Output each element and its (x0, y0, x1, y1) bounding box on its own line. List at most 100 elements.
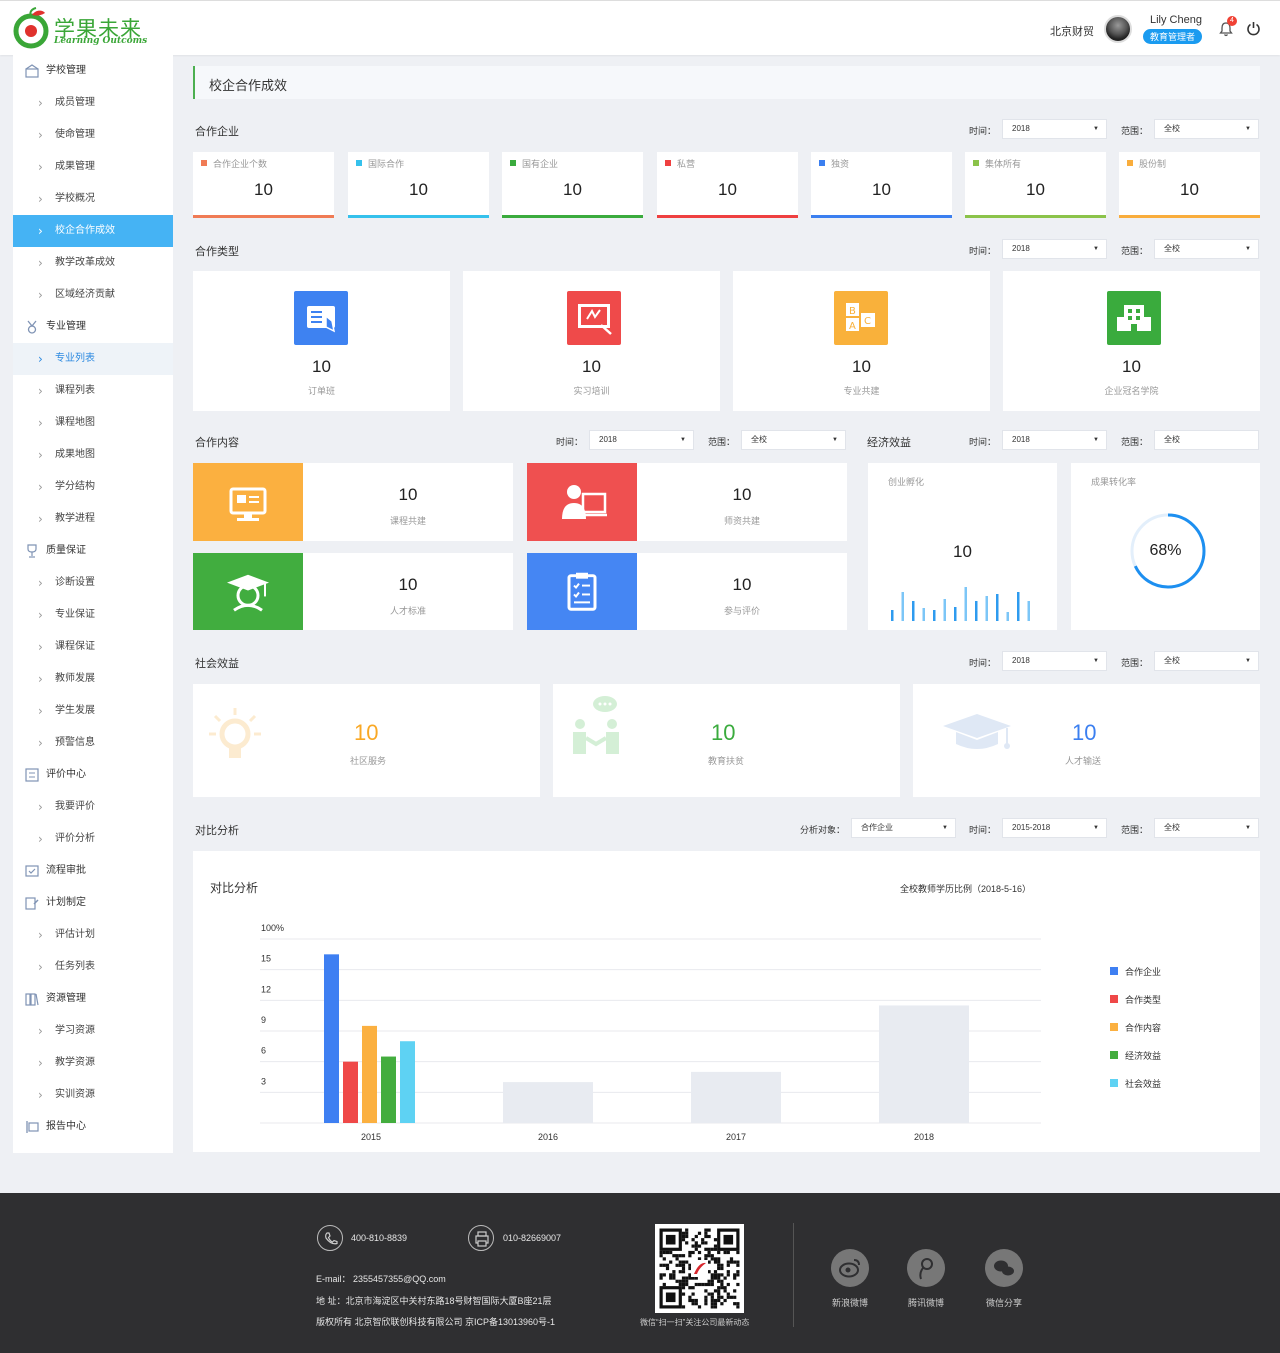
bar-合作内容[interactable] (362, 1025, 377, 1123)
social-card[interactable]: 10 社区服务 (193, 684, 540, 797)
sidebar-item[interactable]: › 教学进程 (13, 503, 173, 535)
qr-module (697, 1282, 702, 1287)
bar-total[interactable] (691, 1071, 781, 1123)
sparkline-bar (1017, 592, 1020, 621)
sidebar-item[interactable]: › 学习资源 (13, 1015, 173, 1047)
share-wechat-label[interactable]: 微信分享 (974, 1296, 1034, 1309)
sidebar-item[interactable]: › 课程保证 (13, 631, 173, 663)
share-tencent-label[interactable]: 腾讯微博 (896, 1296, 956, 1309)
content-card[interactable]: 10 参与评价 (527, 553, 847, 630)
sidebar-group-5[interactable]: 计划制定 (13, 887, 173, 919)
sidebar-item[interactable]: › 专业列表 (13, 343, 173, 375)
content-card[interactable]: 10 人才标准 (193, 553, 513, 630)
user-name[interactable]: Lily Cheng (1150, 14, 1202, 26)
conversion-card[interactable]: 成果转化率 68% (1071, 463, 1260, 630)
scope-select[interactable]: 全校 ▼ (1154, 818, 1259, 838)
sidebar-item[interactable]: › 成果地图 (13, 439, 173, 471)
sidebar-item[interactable]: › 成员管理 (13, 87, 173, 119)
time-select[interactable]: 2018 ▼ (589, 430, 694, 450)
sidebar-item[interactable]: › 任务列表 (13, 951, 173, 983)
sidebar-item[interactable]: › 教师发展 (13, 663, 173, 695)
org-name[interactable]: 北京财贸 (1050, 23, 1094, 39)
type-card[interactable]: B A C 10 专业共建 (733, 271, 990, 411)
content-card[interactable]: 10 师资共建 (527, 463, 847, 541)
legend-swatch (1110, 967, 1118, 975)
weibo-icon[interactable] (831, 1249, 869, 1287)
apple-logo-icon[interactable] (12, 7, 50, 49)
type-card[interactable]: 10 实习培训 (463, 271, 720, 411)
social-card[interactable]: 10 教育扶贫 (553, 684, 900, 797)
bar-合作类型[interactable] (343, 1061, 358, 1123)
scope-select[interactable]: 全校 ▼ (1154, 119, 1259, 139)
partner-stat-card[interactable]: 合作企业个数 10 (193, 152, 334, 218)
sidebar-item[interactable]: › 使命管理 (13, 119, 173, 151)
email-value[interactable]: 2355457355@QQ.com (353, 1274, 446, 1284)
sidebar: 学校管理 › 成员管理 › 使命管理 › 成果管理 › 学校概况 › 校企合作成效 › 教学改革成效 › 区… (13, 55, 173, 1153)
sidebar-group-0[interactable]: 学校管理 (13, 55, 173, 87)
qr-module (707, 1254, 711, 1258)
sidebar-group-7[interactable]: 报告中心 (13, 1111, 173, 1143)
phone-icon (317, 1225, 343, 1251)
sidebar-group-6[interactable]: 资源管理 (13, 983, 173, 1015)
type-card[interactable]: 10 企业冠名学院 (1003, 271, 1260, 411)
bar-经济效益[interactable] (381, 1056, 396, 1123)
sidebar-group-1[interactable]: 专业管理 (13, 311, 173, 343)
sidebar-item[interactable]: › 预警信息 (13, 727, 173, 759)
stat-color-dot (973, 160, 979, 166)
sidebar-item[interactable]: › 学生发展 (13, 695, 173, 727)
sidebar-item[interactable]: › 我要评价 (13, 791, 173, 823)
sidebar-item[interactable]: › 课程地图 (13, 407, 173, 439)
partner-stat-card[interactable]: 集体所有 10 (965, 152, 1106, 218)
time-select[interactable]: 2018 ▼ (1002, 651, 1107, 671)
share-weibo-label[interactable]: 新浪微博 (820, 1296, 880, 1309)
wechat-icon[interactable] (985, 1249, 1023, 1287)
bar-社会效益[interactable] (400, 1041, 415, 1123)
time-select[interactable]: 2018 ▼ (1002, 239, 1107, 259)
sidebar-item[interactable]: › 专业保证 (13, 599, 173, 631)
time-label: 时间： (969, 825, 997, 835)
qr-module (681, 1282, 686, 1287)
content-card[interactable]: 10 课程共建 (193, 463, 513, 541)
scope-select[interactable]: 全校 ▼ (1154, 651, 1259, 671)
sidebar-item[interactable]: › 成果管理 (13, 151, 173, 183)
sidebar-item[interactable]: › 评价分析 (13, 823, 173, 855)
sidebar-item[interactable]: › 评估计划 (13, 919, 173, 951)
sidebar-item[interactable]: › 学校概况 (13, 183, 173, 215)
bar-total[interactable] (503, 1082, 593, 1123)
scope-select[interactable]: 全校 ▼ (1154, 239, 1259, 259)
sidebar-item[interactable]: › 教学资源 (13, 1047, 173, 1079)
sidebar-group-3[interactable]: 评价中心 (13, 759, 173, 791)
scope-select[interactable]: 全校 ▼ (741, 430, 846, 450)
sidebar-item[interactable]: › 校企合作成效 (13, 215, 173, 247)
qr-module (717, 1289, 721, 1293)
avatar[interactable] (1104, 15, 1132, 43)
partner-stat-card[interactable]: 私营 10 (657, 152, 798, 218)
time-range-select[interactable]: 2015-2018 ▼ (1002, 818, 1107, 838)
sidebar-item[interactable]: › 诊断设置 (13, 567, 173, 599)
partner-stat-card[interactable]: 独资 10 (811, 152, 952, 218)
partner-stat-card[interactable]: 国际合作 10 (348, 152, 489, 218)
scope-select[interactable]: 全校 (1154, 430, 1259, 450)
time-select[interactable]: 2018 ▼ (1002, 430, 1107, 450)
sidebar-item[interactable]: › 课程列表 (13, 375, 173, 407)
time-select[interactable]: 2018 ▼ (1002, 119, 1107, 139)
sidebar-item[interactable]: › 实训资源 (13, 1079, 173, 1111)
sidebar-item[interactable]: › 教学改革成效 (13, 247, 173, 279)
qr-module (717, 1295, 721, 1299)
power-icon[interactable] (1246, 21, 1261, 36)
sidebar-group-4[interactable]: 流程审批 (13, 855, 173, 887)
qr-module (707, 1247, 711, 1251)
sidebar-item[interactable]: › 学分结构 (13, 471, 173, 503)
bar-total[interactable] (879, 1005, 969, 1123)
analysis-select[interactable]: 合作企业 ▼ (851, 818, 956, 838)
sidebar-group-2[interactable]: 质量保证 (13, 535, 173, 567)
incubation-card[interactable]: 创业孵化 10 (868, 463, 1057, 630)
bar-合作企业[interactable] (324, 954, 339, 1123)
sidebar-item[interactable]: › 区域经济贡献 (13, 279, 173, 311)
social-card[interactable]: 10 人才输送 (913, 684, 1260, 797)
type-card[interactable]: 10 订单班 (193, 271, 450, 411)
partner-stat-card[interactable]: 国有企业 10 (502, 152, 643, 218)
tencent-weibo-icon[interactable] (907, 1249, 945, 1287)
qr-module (736, 1282, 740, 1287)
partner-stat-card[interactable]: 股份制 10 (1119, 152, 1260, 218)
